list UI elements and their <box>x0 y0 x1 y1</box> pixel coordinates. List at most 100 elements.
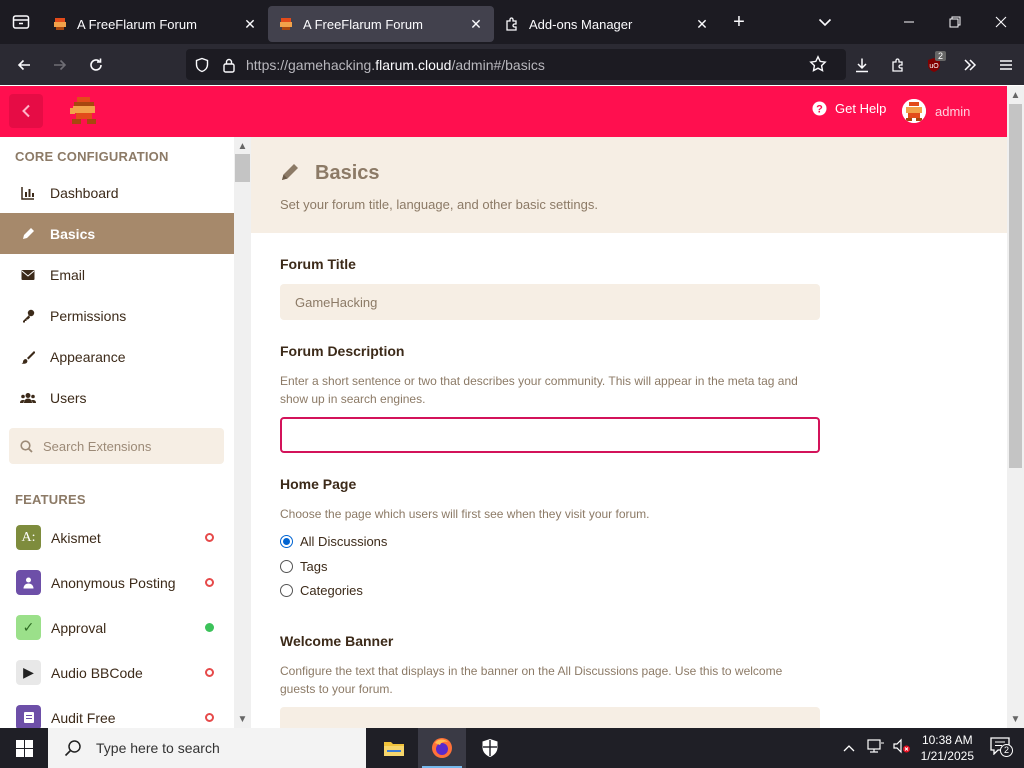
close-tab-icon[interactable]: ✕ <box>468 16 484 32</box>
sidebar-item-label: Dashboard <box>50 184 119 201</box>
restore-icon <box>949 16 961 28</box>
forum-logo[interactable] <box>68 96 100 126</box>
search-extensions-input[interactable]: Search Extensions <box>9 428 224 464</box>
status-indicator <box>205 623 214 632</box>
home-page-option-all-discussions[interactable]: All Discussions <box>280 534 387 549</box>
reload-icon <box>90 58 102 71</box>
taskbar-firefox[interactable] <box>418 728 466 768</box>
anonymous-icon <box>16 570 41 595</box>
radio-label: All Discussions <box>300 534 388 549</box>
url-text: https://gamehacking.flarum.cloud/admin#/… <box>246 56 545 73</box>
clock-time: 10:38 AM <box>921 733 973 747</box>
downloads-button[interactable] <box>844 49 880 81</box>
forum-title-input[interactable]: GameHacking <box>280 284 820 320</box>
sidebar-item-label: Basics <box>50 225 96 242</box>
reload-button[interactable] <box>78 49 114 81</box>
new-tab-button[interactable]: + <box>720 4 758 40</box>
scroll-up-arrow[interactable]: ▲ <box>1007 88 1024 102</box>
extension-akismet[interactable]: A: Akismet <box>0 515 234 560</box>
scrollbar-thumb[interactable] <box>235 154 250 182</box>
home-page-help: Choose the page which users will first s… <box>280 507 650 521</box>
bookmark-button[interactable] <box>800 48 836 80</box>
sidebar-item-basics[interactable]: Basics <box>0 213 234 254</box>
page-description: Set your forum title, language, and othe… <box>280 197 598 212</box>
tab-list-button[interactable] <box>0 0 42 44</box>
extension-label: Approval <box>51 619 107 636</box>
notifications-button[interactable]: 2 <box>990 736 1013 760</box>
extension-anonymous-posting[interactable]: Anonymous Posting <box>0 560 234 605</box>
clock-date: 1/21/2025 <box>920 749 974 763</box>
scroll-down-arrow[interactable]: ▼ <box>1007 712 1024 726</box>
chevron-up-icon <box>843 745 855 752</box>
back-to-forum-button[interactable] <box>9 94 43 128</box>
svg-text:uO: uO <box>929 63 939 70</box>
taskbar-security[interactable] <box>466 728 514 768</box>
admin-sidebar: CORE CONFIGURATION Dashboard Basics Emai… <box>0 137 234 728</box>
minimize-button[interactable] <box>886 0 932 44</box>
browser-tab-2[interactable]: A FreeFlarum Forum ✕ <box>268 6 494 42</box>
sidebar-item-label: Permissions <box>50 307 127 324</box>
radio-button[interactable] <box>280 584 293 597</box>
status-indicator <box>205 713 214 722</box>
shield-icon[interactable] <box>194 57 210 73</box>
tab-title: Add-ons Manager <box>529 16 633 32</box>
taskbar-file-explorer[interactable] <box>370 728 418 768</box>
scrollbar-thumb[interactable] <box>1009 104 1022 468</box>
restore-button[interactable] <box>932 0 978 44</box>
ublock-button[interactable]: uO 2 <box>916 49 952 81</box>
user-menu[interactable]: admin <box>902 99 970 123</box>
forum-description-input[interactable] <box>280 417 820 453</box>
sidebar-item-permissions[interactable]: Permissions <box>0 295 234 336</box>
radio-button[interactable] <box>280 535 293 548</box>
forward-button[interactable] <box>42 49 78 81</box>
radio-button[interactable] <box>280 560 293 573</box>
folder-icon <box>384 742 404 756</box>
volume-muted-icon[interactable] <box>893 738 911 759</box>
close-window-button[interactable] <box>978 0 1024 44</box>
sidebar-item-appearance[interactable]: Appearance <box>0 336 234 377</box>
status-indicator <box>205 533 214 542</box>
sidebar-item-email[interactable]: Email <box>0 254 234 295</box>
sidebar-item-dashboard[interactable]: Dashboard <box>0 172 234 213</box>
double-chevron-right-icon <box>964 58 977 71</box>
scroll-up-arrow[interactable]: ▲ <box>234 139 251 153</box>
windows-taskbar: Type here to search 10:38 AM 1/21/2025 2 <box>0 728 1024 768</box>
extension-approval[interactable]: ✓ Approval <box>0 605 234 650</box>
chevron-down-icon <box>818 18 832 27</box>
browser-tab-3[interactable]: Add-ons Manager ✕ <box>494 6 720 42</box>
taskbar-clock[interactable]: 10:38 AM 1/21/2025 <box>921 732 974 764</box>
system-tray: 10:38 AM 1/21/2025 2 <box>843 728 1024 768</box>
welcome-banner-title-input[interactable] <box>280 707 820 728</box>
notification-count: 2 <box>1000 743 1013 757</box>
page-header: Basics Set your forum title, language, a… <box>251 137 1007 233</box>
star-icon <box>809 55 827 72</box>
list-all-tabs-button[interactable] <box>802 0 848 44</box>
extensions-button[interactable] <box>880 49 916 81</box>
page-scrollbar[interactable]: ▲ ▼ <box>1007 86 1024 728</box>
ublock-badge: 2 <box>935 50 947 61</box>
get-help-link[interactable]: ? Get Help <box>812 101 886 116</box>
url-bar[interactable]: https://gamehacking.flarum.cloud/admin#/… <box>186 49 846 80</box>
taskbar-search-box[interactable]: Type here to search <box>48 728 366 768</box>
close-tab-icon[interactable]: ✕ <box>242 16 258 32</box>
puzzle-icon <box>892 57 903 72</box>
scroll-down-arrow[interactable]: ▼ <box>234 712 251 726</box>
extension-audit-free[interactable]: Audit Free <box>0 695 234 728</box>
home-page-option-categories[interactable]: Categories <box>280 583 363 598</box>
menu-button[interactable] <box>988 49 1024 81</box>
lock-icon[interactable] <box>222 57 236 73</box>
browser-tab-1[interactable]: A FreeFlarum Forum ✕ <box>42 6 268 42</box>
network-icon[interactable] <box>867 738 885 759</box>
start-button[interactable] <box>0 728 48 768</box>
sidebar-item-users[interactable]: Users <box>0 377 234 418</box>
show-hidden-icons[interactable] <box>843 739 855 757</box>
hamburger-icon <box>1000 59 1012 70</box>
close-tab-icon[interactable]: ✕ <box>694 16 710 32</box>
home-page-option-tags[interactable]: Tags <box>280 559 327 574</box>
more-tools-button[interactable] <box>952 49 988 81</box>
sidebar-scrollbar[interactable]: ▲ ▼ <box>234 137 251 728</box>
extension-audio-bbcode[interactable]: ▶ Audio BBCode <box>0 650 234 695</box>
search-placeholder: Search Extensions <box>43 438 152 454</box>
chart-icon <box>0 186 50 200</box>
back-button[interactable] <box>6 49 42 81</box>
